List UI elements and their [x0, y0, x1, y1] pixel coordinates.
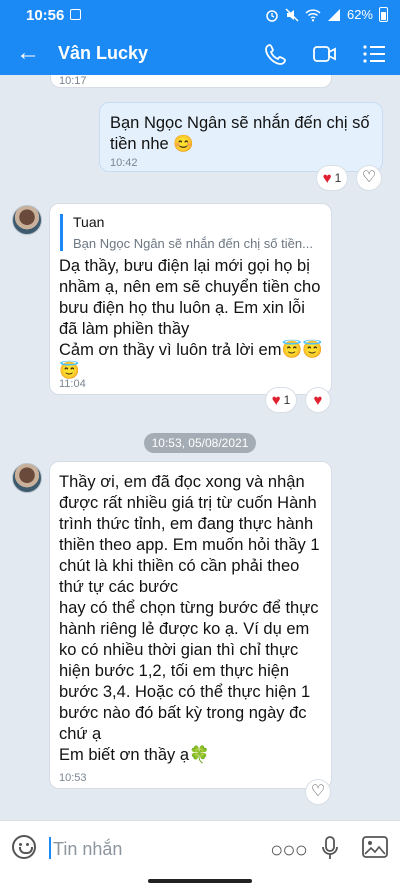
avatar[interactable]	[12, 463, 42, 493]
status-indicators: 62%	[265, 7, 388, 22]
heart-outline-icon: ♡	[361, 169, 377, 186]
message-time: 10:53	[59, 772, 87, 784]
heart-icon: ♥	[313, 391, 323, 409]
message-bubble[interactable]: Thầy ơi, em đã đọc xong và nhận được rất…	[49, 461, 332, 789]
reply-quote[interactable]: Tuan Bạn Ngọc Ngân sẽ nhắn đến chị số ti…	[60, 214, 320, 251]
message-bubble[interactable]: 10:17	[50, 75, 332, 88]
message-time: 10:17	[59, 75, 87, 87]
status-bar: 10:56 62%	[0, 0, 400, 33]
reaction-count-label: 1	[334, 171, 342, 185]
message-bubble-outgoing[interactable]: Bạn Ngọc Ngân sẽ nhắn đến chị số tiền nh…	[99, 102, 383, 172]
heart-outline-icon: ♡	[310, 783, 326, 800]
heart-icon: ♥	[271, 391, 281, 409]
video-icon[interactable]	[312, 41, 338, 67]
message-time: 10:42	[110, 157, 138, 169]
react-button[interactable]: ♡	[357, 166, 381, 190]
alarm-icon	[266, 9, 278, 22]
reaction-count[interactable]: ♥ 1	[266, 388, 296, 412]
list-menu-icon[interactable]	[361, 41, 387, 67]
image-icon[interactable]	[362, 836, 388, 858]
back-arrow-icon[interactable]: ←	[16, 41, 40, 65]
phone-icon[interactable]	[263, 41, 289, 67]
message-input[interactable]: Tin nhắn	[53, 839, 122, 860]
wifi-icon	[305, 8, 321, 21]
battery-percent: 62%	[346, 7, 373, 22]
react-button[interactable]: ♡	[306, 780, 330, 804]
emoji-icon[interactable]	[12, 835, 36, 859]
message-text: Thầy ơi, em đã đọc xong và nhận được rất…	[59, 473, 320, 764]
text-caret	[49, 837, 51, 859]
system-nav-bar	[0, 872, 400, 889]
chat-title: Vân Lucky	[58, 43, 149, 63]
react-button[interactable]: ♥	[306, 388, 330, 412]
composer-bar: Tin nhắn ○○○	[0, 820, 400, 872]
message-bubble[interactable]: Tuan Bạn Ngọc Ngân sẽ nhắn đến chị số ti…	[49, 203, 332, 395]
reaction-count[interactable]: ♥ 1	[317, 166, 347, 190]
heart-icon: ♥	[322, 169, 332, 187]
message-time: 11:04	[59, 378, 86, 390]
app-bar: ← Vân Lucky	[0, 33, 400, 75]
avatar[interactable]	[12, 205, 42, 235]
battery-icon	[379, 7, 388, 22]
mic-icon[interactable]	[320, 835, 340, 861]
status-time: 10:56	[26, 7, 65, 24]
reply-preview: Bạn Ngọc Ngân sẽ nhắn đến chị số tiền...	[73, 236, 313, 251]
message-list[interactable]: 10:17 Bạn Ngọc Ngân sẽ nhắn đến chị số t…	[0, 75, 400, 820]
more-icon[interactable]: ○○○	[270, 837, 308, 863]
reply-sender: Tuan	[73, 214, 105, 230]
signal-icon	[327, 8, 340, 21]
message-text: Bạn Ngọc Ngân sẽ nhắn đến chị số tiền nh…	[110, 114, 370, 153]
notification-icon	[70, 9, 81, 20]
message-text: Dạ thầy, bưu điện lại mới gọi họ bị nhầm…	[59, 257, 323, 380]
reaction-count-label: 1	[283, 393, 291, 407]
date-separator: 10:53, 05/08/2021	[144, 433, 256, 453]
mute-icon	[285, 7, 299, 22]
home-handle[interactable]	[148, 879, 252, 883]
